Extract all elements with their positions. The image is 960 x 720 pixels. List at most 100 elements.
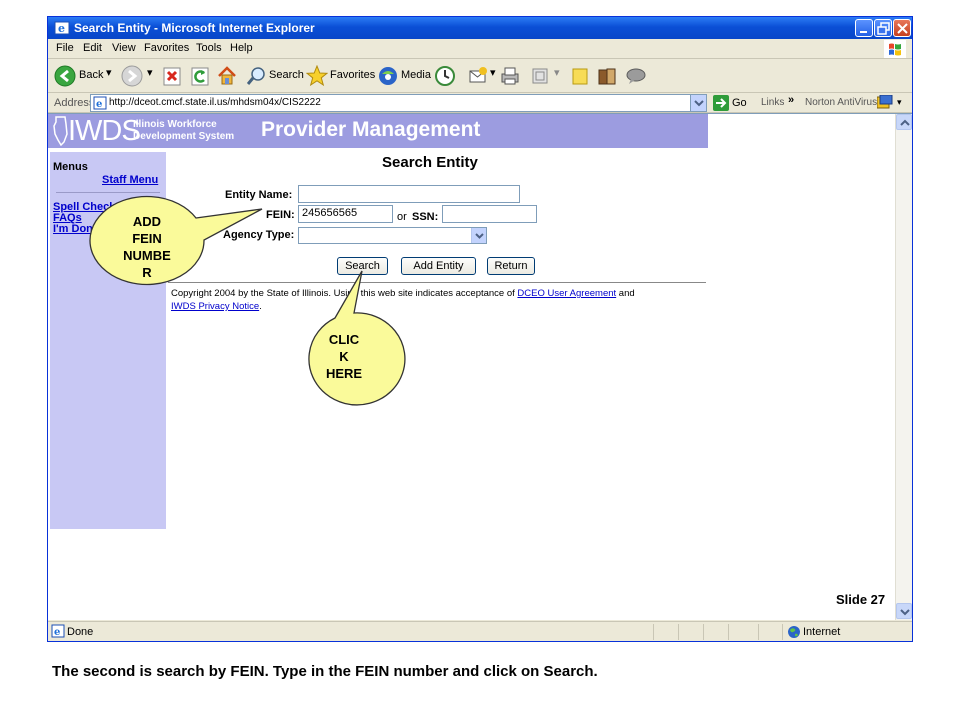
menu-bar: File Edit View Favorites Tools Help (48, 39, 912, 59)
stop-icon[interactable] (162, 65, 182, 87)
forward-arrow-icon[interactable] (121, 65, 143, 87)
svg-text:e: e (54, 627, 60, 638)
history-icon[interactable] (434, 65, 456, 87)
links-chevron-icon[interactable]: » (788, 94, 794, 106)
back-label[interactable]: Back (79, 69, 103, 81)
back-arrow-icon[interactable] (54, 65, 76, 87)
browser-window: e Search Entity - Microsoft Internet Exp… (47, 16, 913, 642)
menu-favorites[interactable]: Favorites (144, 42, 189, 54)
fein-label: FEIN: (266, 209, 295, 221)
status-separator (653, 624, 654, 640)
chevron-up-icon (900, 119, 910, 126)
menu-help[interactable]: Help (230, 42, 253, 54)
svg-text:e: e (58, 22, 65, 35)
close-button[interactable] (893, 19, 911, 37)
norton-dropdown-icon[interactable]: ▾ (897, 97, 902, 108)
chevron-down-icon (475, 233, 484, 239)
page-done-icon: e (51, 624, 65, 638)
go-label: Go (732, 97, 747, 109)
title-bar[interactable]: e Search Entity - Microsoft Internet Exp… (48, 17, 912, 39)
standard-toolbar: Back ▾ ▾ Search Favorites Media ▾ ▾ (48, 59, 912, 93)
menu-tools[interactable]: Tools (196, 42, 222, 54)
status-bar: e Done Internet (48, 621, 912, 641)
entity-name-input[interactable] (298, 185, 520, 203)
mail-icon[interactable] (468, 65, 490, 87)
illinois-state-icon (53, 116, 68, 146)
fein-callout-line: R (142, 265, 152, 280)
close-icon (897, 23, 908, 34)
search-icon[interactable] (247, 65, 267, 87)
search-callout-line: HERE (325, 366, 363, 381)
ssn-label: SSN: (412, 211, 439, 223)
footer-divider (168, 282, 706, 283)
minimize-icon (860, 31, 867, 33)
fein-callout-line: FEIN (132, 231, 162, 246)
discuss-icon[interactable] (570, 65, 590, 87)
staff-menu-link[interactable]: Staff Menu (102, 174, 158, 186)
search-callout-text: CLIC K HERE (310, 331, 378, 382)
vertical-scrollbar[interactable] (895, 114, 912, 620)
scroll-down-button[interactable] (896, 603, 912, 619)
fein-input[interactable]: 245656565 (298, 205, 393, 223)
status-separator (782, 624, 783, 640)
menu-edit[interactable]: Edit (83, 42, 102, 54)
back-dropdown-icon[interactable]: ▾ (106, 66, 112, 79)
address-dropdown-button[interactable] (690, 95, 706, 111)
or-label: or (397, 211, 407, 223)
agency-type-select[interactable] (298, 227, 487, 244)
status-separator (728, 624, 729, 640)
norton-antivirus-icon[interactable] (877, 95, 893, 109)
restore-button[interactable] (874, 19, 892, 37)
edit-icon[interactable] (530, 65, 550, 87)
favorites-star-icon[interactable] (306, 65, 328, 87)
agency-type-dropdown-button[interactable] (471, 228, 486, 243)
minimize-button[interactable] (855, 19, 873, 37)
forward-dropdown-icon[interactable]: ▾ (147, 66, 153, 79)
edit-dropdown-icon[interactable]: ▾ (554, 66, 560, 79)
fein-callout-line: NUMBE (123, 248, 171, 263)
favorites-label[interactable]: Favorites (330, 69, 375, 81)
search-label[interactable]: Search (269, 69, 304, 81)
refresh-icon[interactable] (190, 65, 210, 87)
print-icon[interactable] (499, 65, 521, 87)
menu-view[interactable]: View (112, 42, 136, 54)
security-zone-text: Internet (803, 626, 841, 638)
dceo-user-agreement-link[interactable]: DCEO User Agreement (517, 288, 616, 299)
svg-text:e: e (96, 99, 102, 110)
im-done-link[interactable]: I'm Done (53, 223, 99, 235)
address-url: http://dceot.cmcf.state.il.us/mhdsm04x/C… (109, 97, 321, 108)
status-separator (703, 624, 704, 640)
windows-flag-icon (884, 40, 906, 58)
ssn-input[interactable] (442, 205, 537, 223)
iwds-subtitle-line2: Development System (133, 131, 235, 142)
add-entity-button[interactable]: Add Entity (401, 257, 476, 275)
media-label[interactable]: Media (401, 69, 431, 81)
mail-dropdown-icon[interactable]: ▾ (490, 66, 496, 79)
return-button[interactable]: Return (487, 257, 535, 275)
go-button[interactable]: Go (712, 95, 752, 111)
search-button[interactable]: Search (337, 257, 388, 275)
messenger-icon[interactable] (625, 65, 647, 87)
iwds-privacy-notice-link[interactable]: IWDS Privacy Notice (171, 301, 259, 312)
norton-antivirus-label[interactable]: Norton AntiVirus (805, 97, 877, 108)
window-title: Search Entity - Microsoft Internet Explo… (74, 21, 315, 35)
menu-file[interactable]: File (56, 42, 74, 54)
period-text: . (259, 301, 262, 312)
internet-globe-icon (788, 626, 800, 638)
address-bar: Address e http://dceot.cmcf.state.il.us/… (48, 93, 912, 113)
research-icon[interactable] (597, 65, 617, 87)
chevron-down-icon (900, 609, 910, 616)
slide-caption: The second is search by FEIN. Type in th… (52, 663, 598, 680)
entity-name-label: Entity Name: (225, 189, 293, 201)
internet-explorer-icon: e (54, 21, 70, 35)
page-icon: e (93, 96, 107, 110)
links-button[interactable]: Links (761, 97, 784, 108)
scroll-up-button[interactable] (896, 114, 912, 130)
agency-type-label: Agency Type: (223, 229, 295, 241)
iwds-logo: IWDS (68, 115, 141, 147)
home-icon[interactable] (216, 65, 238, 87)
address-input[interactable]: e http://dceot.cmcf.state.il.us/mhdsm04x… (90, 94, 707, 112)
copyright-text: Copyright 2004 by the State of Illinois.… (171, 288, 515, 299)
media-icon[interactable] (377, 65, 399, 87)
left-menu-panel: Menus Staff Menu Spell Check FAQs I'm Do… (50, 152, 166, 529)
